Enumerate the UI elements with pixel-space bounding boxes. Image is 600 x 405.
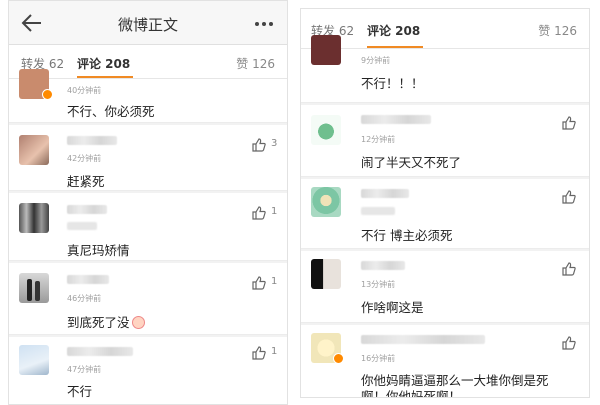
right-screenshot: 转发 62 评论 208 赞 126 9分钟前 不行！！！ 12分钟前 闹了半天… xyxy=(300,8,590,398)
comment-text: 到底死了没 xyxy=(67,312,145,331)
comment-text-content: 到底死了没 xyxy=(67,315,130,330)
comment-item: 12分钟前 闹了半天又不死了 xyxy=(301,105,589,177)
comment-time: 12分钟前 xyxy=(361,135,396,144)
verified-badge-icon xyxy=(42,89,53,100)
comment-time: 40分钟前 xyxy=(67,86,102,95)
comment-text: 不行、你必须死 xyxy=(67,104,155,119)
comment-text: 作啥啊这是 xyxy=(361,300,424,315)
username[interactable] xyxy=(67,347,133,356)
page-title: 微博正文 xyxy=(117,16,178,34)
like-count: 3 xyxy=(271,138,278,149)
comment-item: 46分钟前 到底死了没 1 xyxy=(9,263,287,335)
thumbs-up-icon[interactable] xyxy=(561,261,577,277)
username[interactable] xyxy=(361,189,409,198)
comment-time: 16分钟前 xyxy=(361,354,396,363)
comment-text: 不行 xyxy=(67,384,93,399)
user-avatar[interactable] xyxy=(19,135,49,165)
tab-comments[interactable]: 评论 208 xyxy=(77,55,130,72)
user-avatar[interactable] xyxy=(311,187,341,217)
crying-emoji-icon xyxy=(131,316,145,329)
comment-time xyxy=(361,207,395,215)
comment-time: 46分钟前 xyxy=(67,294,102,303)
user-avatar[interactable] xyxy=(311,35,341,65)
tab-bar: 转发 62 评论 208 赞 126 xyxy=(301,9,589,49)
comment-item: 9分钟前 不行！！！ xyxy=(301,35,589,103)
user-avatar[interactable] xyxy=(19,203,49,233)
like-count: 1 xyxy=(271,276,278,287)
comment-item: 不行 博主必须死 xyxy=(301,179,589,249)
comment-time: 13分钟前 xyxy=(361,280,396,289)
comment-text: 不行 博主必须死 xyxy=(361,228,453,243)
comment-text: 不行！！！ xyxy=(361,76,424,91)
comment-time: 9分钟前 xyxy=(361,56,391,65)
comment-item: 47分钟前 不行 1 xyxy=(9,337,287,404)
top-bar: 微博正文 xyxy=(9,1,287,45)
user-avatar[interactable] xyxy=(311,115,341,145)
comment-text: 闹了半天又不死了 xyxy=(361,155,462,170)
verified-badge-icon xyxy=(333,353,344,364)
active-tab-indicator xyxy=(367,46,423,48)
username[interactable] xyxy=(67,275,109,284)
thumbs-up-icon[interactable] xyxy=(251,275,267,291)
username[interactable] xyxy=(67,136,117,145)
comment-time xyxy=(67,222,97,230)
comment-text: 真尼玛矫情 xyxy=(67,243,130,258)
user-avatar[interactable] xyxy=(19,345,49,375)
username[interactable] xyxy=(361,335,485,344)
comment-item: 真尼玛矫情 1 xyxy=(9,193,287,261)
more-options-icon[interactable] xyxy=(252,21,273,28)
comment-text: 赶紧死 xyxy=(67,174,105,189)
username[interactable] xyxy=(361,261,405,270)
comment-item: 13分钟前 作啥啊这是 xyxy=(301,251,589,323)
comment-time: 42分钟前 xyxy=(67,154,102,163)
thumbs-up-icon[interactable] xyxy=(251,137,267,153)
left-screenshot: 微博正文 转发 62 评论 208 赞 126 40分钟前 不行、你必须死 42… xyxy=(8,0,288,405)
user-avatar[interactable] xyxy=(19,273,49,303)
tab-comments[interactable]: 评论 208 xyxy=(367,22,420,39)
comment-item: 16分钟前 你他妈睛逼逼那么一大堆你倒是死 啊！你他妈死啊！ xyxy=(301,325,589,398)
like-count: 1 xyxy=(271,346,278,357)
tab-bar: 转发 62 评论 208 赞 126 xyxy=(9,45,287,79)
thumbs-up-icon[interactable] xyxy=(251,205,267,221)
username[interactable] xyxy=(67,205,107,214)
comment-item: 40分钟前 不行、你必须死 xyxy=(9,69,287,123)
user-avatar[interactable] xyxy=(311,259,341,289)
thumbs-up-icon[interactable] xyxy=(561,189,577,205)
thumbs-up-icon[interactable] xyxy=(251,345,267,361)
comment-time: 47分钟前 xyxy=(67,365,102,374)
username[interactable] xyxy=(361,115,431,124)
tab-likes[interactable]: 赞 126 xyxy=(236,55,275,72)
thumbs-up-icon[interactable] xyxy=(561,115,577,131)
comment-text-continued: 啊！你他妈死啊！ xyxy=(361,389,462,398)
like-count: 1 xyxy=(271,206,278,217)
thumbs-up-icon[interactable] xyxy=(561,335,577,351)
tab-likes[interactable]: 赞 126 xyxy=(538,22,577,39)
active-tab-indicator xyxy=(77,76,133,78)
comment-item: 42分钟前 赶紧死 3 xyxy=(9,125,287,191)
